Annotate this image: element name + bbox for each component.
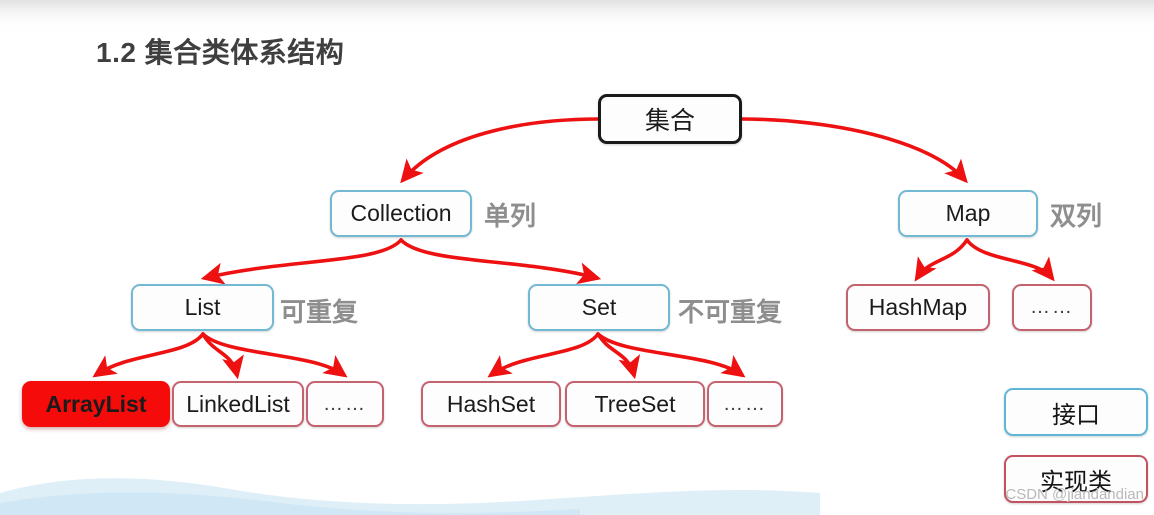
edge-list-more: [201, 332, 348, 378]
annotation-map-note: 双列: [1050, 201, 1103, 231]
page-title: 1.2 集合类体系结构: [96, 37, 345, 68]
edge-collection-list: [200, 238, 403, 285]
annotation-list-note: 可重复: [280, 297, 359, 327]
node-list[interactable]: List: [131, 284, 274, 331]
legend-interface: 接口: [1004, 388, 1148, 436]
node-map[interactable]: Map: [898, 190, 1038, 237]
node-arraylist[interactable]: ArrayList: [22, 381, 170, 427]
edge-list-arraylist: [92, 332, 205, 378]
edge-collection-set: [399, 238, 602, 285]
wave-decoration: [0, 478, 820, 515]
node-list-more[interactable]: ……: [306, 381, 384, 427]
node-treeset[interactable]: TreeSet: [565, 381, 705, 427]
node-root-collection-cn[interactable]: 集合: [598, 94, 742, 144]
edge-set-treeset: [596, 332, 641, 380]
edge-set-more: [596, 332, 746, 378]
node-set-more[interactable]: ……: [707, 381, 783, 427]
node-linkedlist[interactable]: LinkedList: [172, 381, 304, 427]
node-collection[interactable]: Collection: [330, 190, 472, 237]
slide-canvas: 1.2 集合类体系结构 集合 Collection 单列 Map 双列 List…: [0, 0, 1154, 515]
annotation-set-note: 不可重复: [678, 297, 783, 327]
diagram-edges: [92, 117, 1055, 380]
edge-map-hashmap: [914, 238, 969, 282]
edge-map-more: [965, 238, 1055, 282]
node-map-more[interactable]: ……: [1012, 284, 1092, 331]
edge-root-collection: [400, 117, 602, 184]
annotation-collection-note: 单列: [484, 201, 537, 231]
node-hashmap[interactable]: HashMap: [846, 284, 990, 331]
edge-list-linkedlist: [201, 332, 244, 380]
node-set[interactable]: Set: [528, 284, 670, 331]
node-hashset[interactable]: HashSet: [421, 381, 561, 427]
edge-root-map: [739, 117, 968, 184]
watermark: CSDN @jiandandian: [1005, 486, 1144, 503]
edge-set-hashset: [487, 332, 600, 378]
